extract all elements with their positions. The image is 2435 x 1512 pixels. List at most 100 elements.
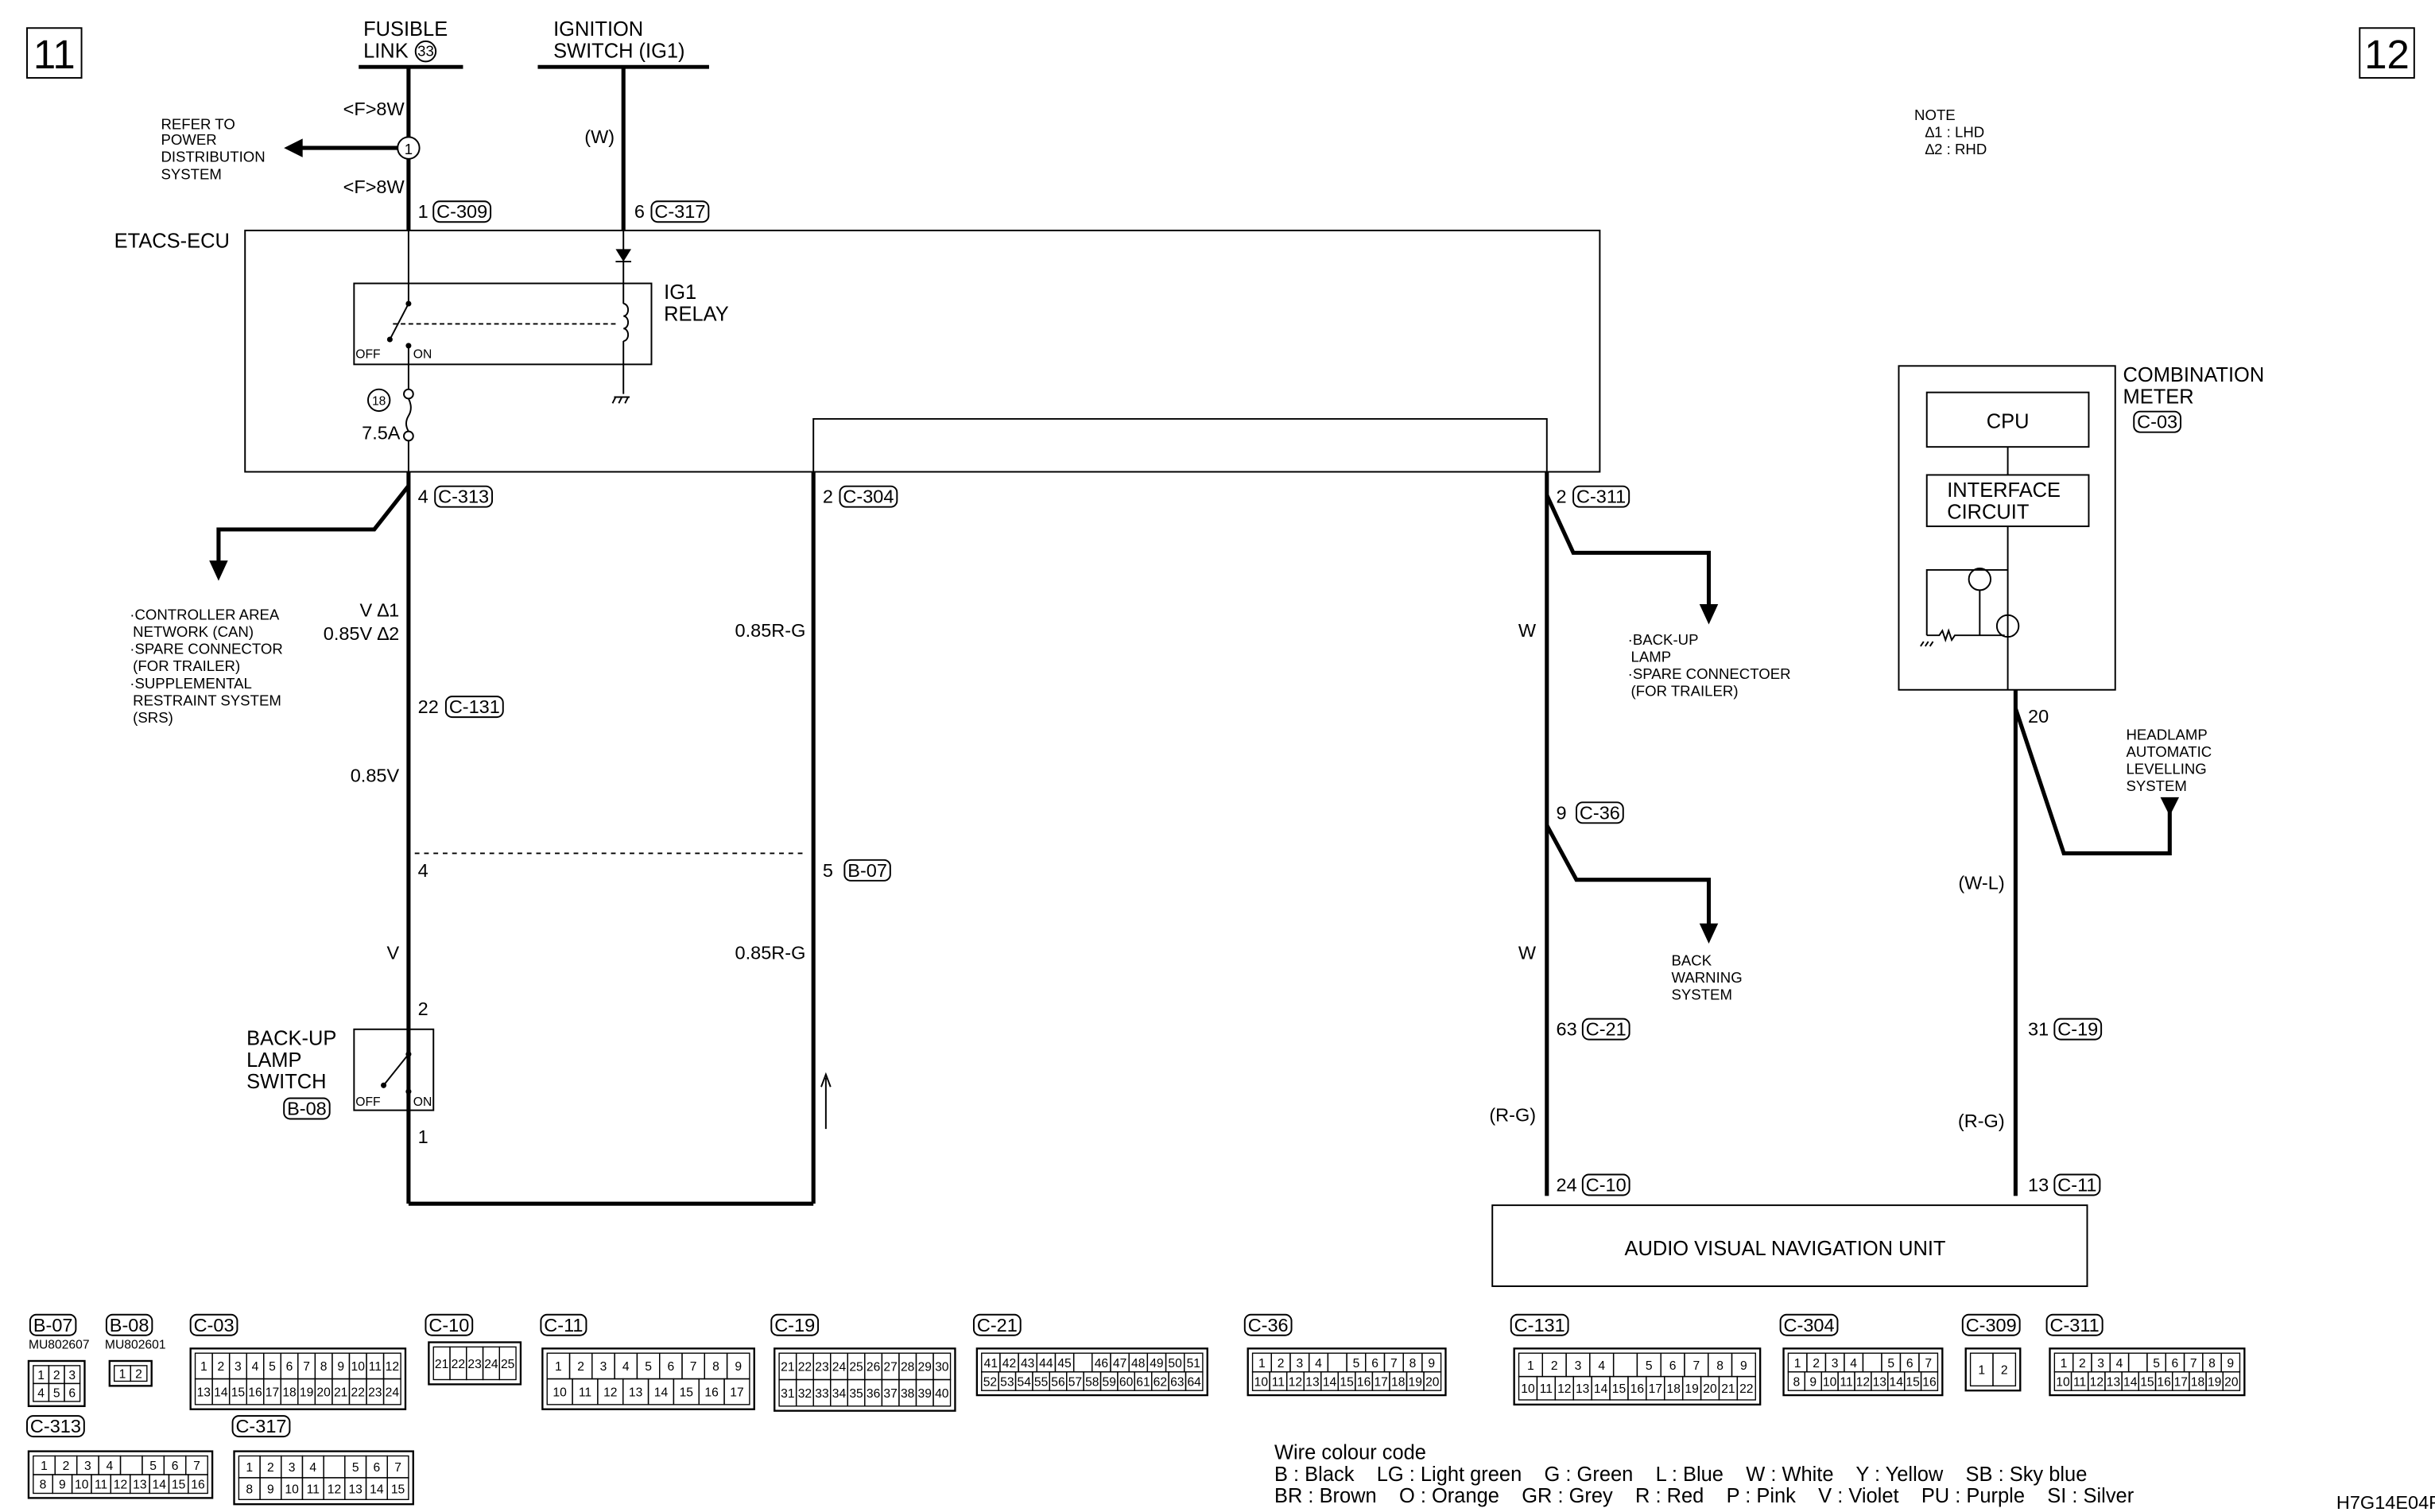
pin-number: 34 (832, 1387, 847, 1401)
pin-number: 18 (2191, 1375, 2205, 1389)
connector-c-131: C-1311 2 3 4 5 6 7 8 910 11 12 13 14 15 16 17 18 19 20 21 22 (1510, 1313, 1762, 1406)
pin-number: 22 (1739, 1382, 1753, 1396)
pin-number: 17 (266, 1386, 279, 1400)
pin-number: 10 (553, 1386, 567, 1400)
pin-number: 19 (300, 1386, 313, 1400)
pin-number: 6 (667, 1360, 674, 1374)
pin-number: 14 (370, 1483, 384, 1496)
svg-text:IG1: IG1 (664, 281, 696, 304)
pin-number: 5 (1353, 1357, 1360, 1370)
page-number-left: 11 (26, 27, 83, 79)
pin-number: 23 (467, 1358, 482, 1371)
pin-number: 29 (918, 1361, 932, 1374)
svg-text:(FOR TRAILER): (FOR TRAILER) (1631, 683, 1739, 700)
svg-text:METER: METER (2123, 386, 2194, 408)
pin-number: 8 (1409, 1357, 1417, 1370)
pin-number: 24 (386, 1386, 400, 1400)
audio-visual-navigation-unit: AUDIO VISUAL NAVIGATION UNIT (1491, 1204, 2088, 1287)
pin-number: 21 (781, 1361, 794, 1374)
svg-text:BR : Brown O : Orange GR: BR : Brown O : Orange GR : Grey R : Red … (1274, 1485, 2135, 1507)
pin-number: 1 (555, 1360, 562, 1374)
pin-number: 6 (172, 1460, 179, 1473)
pin-number: 9 (735, 1360, 742, 1374)
pin-number: 2 (1278, 1357, 1285, 1370)
svg-text:ON: ON (413, 348, 432, 362)
svg-text:COMBINATION: COMBINATION (2123, 364, 2265, 386)
pin-number: 5 (1646, 1359, 1653, 1373)
junction-point: 1 (397, 136, 421, 160)
pin-number: 17 (1649, 1382, 1662, 1396)
connector-code: C-131 (1514, 1315, 1565, 1336)
svg-text:0.85V ∆2: 0.85V ∆2 (324, 623, 399, 644)
pin-number: 8 (2208, 1357, 2216, 1370)
pin-number: 10 (351, 1360, 366, 1374)
pin-number: 7 (1692, 1359, 1700, 1373)
pin-number: 10 (1823, 1375, 1837, 1389)
pin-number: 20 (1703, 1382, 1717, 1396)
pin-number: 5 (1887, 1357, 1894, 1370)
connector-c-317: C-3171 2 3 4 5 6 78 9 10 11 12 13 14 15 (231, 1415, 414, 1506)
pin-number: 9 (1428, 1357, 1435, 1370)
pin-number: 12 (328, 1483, 341, 1496)
connector-code: C-309 (1966, 1315, 2017, 1336)
branch-back-warning: BACK WARNING SYSTEM (1671, 952, 1742, 1002)
cpu-label: CPU (1987, 411, 2030, 433)
svg-text:2: 2 (1557, 487, 1567, 507)
svg-text:22: 22 (418, 696, 439, 717)
svg-text:12: 12 (2364, 32, 2410, 77)
svg-text:HEADLAMP: HEADLAMP (2126, 726, 2207, 742)
pin-number: 26 (867, 1361, 881, 1374)
svg-text:13: 13 (2028, 1174, 2049, 1195)
wires (209, 67, 2180, 1206)
connector-b-07: B-07 MU802607 1 2 3 4 5 6 (27, 1313, 90, 1407)
svg-text:SYSTEM: SYSTEM (1671, 987, 1731, 1003)
pin-number: 4 (309, 1461, 316, 1475)
pin-number: 5 (53, 1387, 60, 1401)
svg-text:RELAY: RELAY (664, 304, 729, 326)
connector-c-311: C-3111 2 3 4 5 6 7 8 910 11 12 13 14 15 16 17 18 19 20 (2045, 1313, 2246, 1397)
svg-text:0.85R-G: 0.85R-G (735, 943, 806, 963)
pin-number: 9 (1809, 1375, 1817, 1389)
connector-b-08: B-08 MU802601 1 2 (105, 1313, 166, 1387)
pin-number: 11 (1540, 1382, 1553, 1396)
pin-number: 49 (1150, 1357, 1163, 1370)
pin-number: 1 (1978, 1364, 1985, 1378)
pin-number: 3 (600, 1360, 607, 1374)
key-cell (1327, 1352, 1347, 1373)
pin-number: 38 (901, 1387, 915, 1401)
connector-code: C-11 (544, 1315, 583, 1336)
svg-text:11: 11 (33, 32, 76, 77)
pin-number: 14 (153, 1479, 167, 1492)
pin-number: 22 (452, 1358, 465, 1371)
pin-number: 5 (149, 1460, 157, 1473)
pin-number: 6 (286, 1360, 293, 1374)
pin-number: 42 (1002, 1357, 1016, 1370)
svg-text:4: 4 (418, 860, 428, 881)
pin-number: 15 (680, 1386, 694, 1400)
pin-number: 37 (883, 1387, 897, 1401)
connector-code: C-313 (30, 1416, 81, 1436)
pin-number: 2 (267, 1461, 274, 1475)
svg-text:<F>8W: <F>8W (343, 99, 405, 119)
svg-text:OFF: OFF (355, 1095, 380, 1109)
pin-number: 16 (248, 1386, 262, 1400)
pin-number: 24 (484, 1358, 498, 1371)
pin-number: 16 (1357, 1375, 1371, 1389)
svg-text:POWER: POWER (161, 131, 216, 148)
pin-number: 2 (135, 1368, 142, 1382)
svg-text:6: 6 (634, 201, 645, 222)
pin-number: 35 (849, 1387, 863, 1401)
pin-number: 20 (316, 1386, 331, 1400)
pin-number: 28 (901, 1361, 915, 1374)
svg-text:AUDIO VISUAL NAVIGATION UNIT: AUDIO VISUAL NAVIGATION UNIT (1624, 1238, 1945, 1260)
svg-text:INTERFACE: INTERFACE (1947, 479, 2061, 502)
ig1-relay: OFF ON IG1 RELAY (353, 281, 729, 366)
svg-text:BACK: BACK (1671, 952, 1712, 968)
pin-number: 11 (95, 1479, 107, 1492)
pin-number: 43 (1021, 1357, 1035, 1370)
svg-text:(W): (W) (584, 126, 615, 147)
pin-number: 8 (40, 1479, 47, 1492)
pin-number: 20 (2224, 1375, 2239, 1389)
svg-text:FUSIBLE: FUSIBLE (363, 18, 448, 41)
pin-number: 8 (1793, 1375, 1800, 1389)
